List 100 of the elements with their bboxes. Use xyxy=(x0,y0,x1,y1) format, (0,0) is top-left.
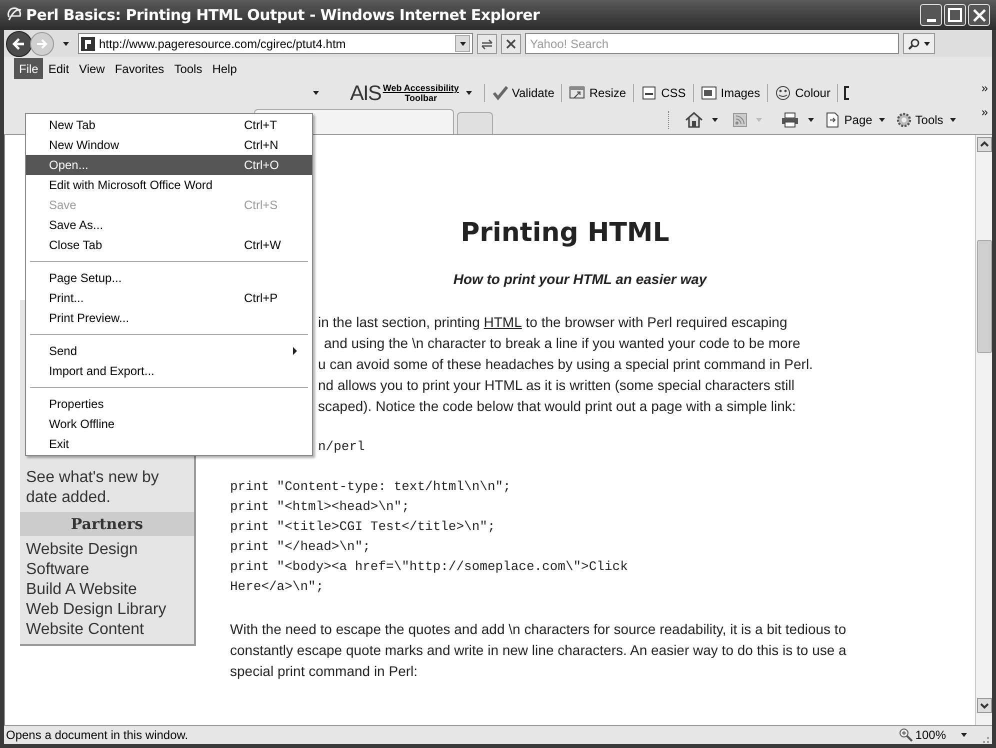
dropdown-icon[interactable] xyxy=(464,89,473,97)
menu-item[interactable]: Work Offline xyxy=(26,414,312,434)
minimize-icon xyxy=(926,18,936,22)
menu-bar-item[interactable]: View xyxy=(74,58,110,79)
gear-icon xyxy=(896,112,912,128)
page-subtitle: How to print your HTML an easier way xyxy=(452,270,708,289)
stylesheet-icon xyxy=(641,85,658,101)
menu-item[interactable]: Import and Export... xyxy=(26,361,312,381)
window-icon xyxy=(569,85,586,101)
status-text: Opens a document in this window. xyxy=(6,727,188,744)
toolbar-button[interactable]: Validate xyxy=(490,84,556,102)
scrollbar-thumb[interactable] xyxy=(977,240,992,353)
code-line: print "</head>\n"; xyxy=(230,538,370,556)
menu-item[interactable]: Page Setup... xyxy=(26,268,312,288)
dropdown-icon[interactable] xyxy=(312,89,320,97)
close-icon xyxy=(972,8,986,22)
ie-logo-icon xyxy=(6,7,22,23)
feeds-button[interactable] xyxy=(733,113,764,127)
menu-item[interactable]: Properties xyxy=(26,394,312,414)
menu-item[interactable]: Print Preview... xyxy=(26,308,312,328)
right-arrow-icon xyxy=(36,38,48,50)
printer-icon xyxy=(781,112,800,128)
left-arrow-icon xyxy=(12,36,26,50)
menu-bar-item[interactable]: File xyxy=(14,58,44,79)
toolbar-button[interactable]: CSS xyxy=(639,84,688,102)
menu-bar-item[interactable]: Favorites xyxy=(110,58,170,79)
caret-icon xyxy=(922,40,930,48)
search-field[interactable]: Yahoo! Search xyxy=(525,33,899,54)
paragraph-text: u can avoid some of these headaches by using a special print command in Perl. xyxy=(318,355,813,374)
paragraph-text: and using the \n character to break a line if you wanted your code to be more xyxy=(323,334,800,353)
stop-button[interactable] xyxy=(501,34,521,54)
print-button[interactable] xyxy=(781,112,816,128)
code-line: n/perl xyxy=(317,438,366,456)
zoom-button[interactable]: 100% xyxy=(899,726,968,744)
checkmark-icon xyxy=(492,85,508,101)
sidebar-text: date added. xyxy=(25,488,112,508)
paragraph-text: With the need to escape the quotes and add \n characters for source readability, it is a bit tedious to constantly escape quote marks and write in new line characters. An easier way to do this is to use a special print command in Perl: xyxy=(229,620,848,681)
dropdown-icon[interactable] xyxy=(62,40,70,48)
menu-bar-item[interactable]: Tools xyxy=(169,58,208,79)
home-button[interactable] xyxy=(685,112,720,128)
menu-item[interactable]: Save As... xyxy=(26,215,312,235)
code-line: print "<title>CGI Test</title>\n"; xyxy=(230,518,496,536)
address-field[interactable]: http://www.pageresource.com/cgirec/ptut4.htm xyxy=(78,33,473,54)
house-icon xyxy=(685,112,704,128)
toolbar-button[interactable]: Images xyxy=(698,84,762,102)
code-line: print "<body><a href=\"http://someplace.com\">Click xyxy=(230,558,628,576)
paragraph-text: scaped). Notice the code below that would print out a page with a simple link: xyxy=(318,397,796,416)
toolbar-button[interactable]: Resize xyxy=(567,84,628,102)
code-line: Here</a>\n"; xyxy=(230,578,324,596)
command-button[interactable]: Page xyxy=(825,111,886,129)
search-button[interactable] xyxy=(903,33,935,54)
code-line: print "<html><head>\n"; xyxy=(230,498,410,516)
menu-item[interactable]: New Window Ctrl+N xyxy=(26,135,312,155)
maximize-button[interactable] xyxy=(944,4,966,26)
paragraph-text: in the last section, printing xyxy=(318,313,481,332)
bracket-icon[interactable] xyxy=(843,85,852,101)
sidebar-link[interactable]: Website Design Software xyxy=(20,540,194,580)
sidebar-heading: Partners xyxy=(20,512,194,536)
page-heading: Printing HTML xyxy=(460,217,670,249)
refresh-button[interactable] xyxy=(477,34,497,54)
html-link[interactable]: HTML xyxy=(484,312,522,333)
caret-icon xyxy=(960,731,968,739)
paragraph-text: to the browser with Perl required escaping xyxy=(524,313,788,332)
menu-item[interactable]: Close Tab Ctrl+W xyxy=(26,235,312,255)
scroll-up-icon[interactable] xyxy=(977,137,992,152)
search-icon xyxy=(908,38,920,50)
minimize-button[interactable] xyxy=(920,4,942,26)
menu-item[interactable]: Send xyxy=(26,341,312,361)
address-dropdown-button[interactable] xyxy=(455,35,470,52)
scroll-down-icon[interactable] xyxy=(977,698,992,713)
toolbar-button[interactable]: Colour xyxy=(773,84,832,102)
menu-item[interactable]: New Tab Ctrl+T xyxy=(26,115,312,135)
caret-icon xyxy=(878,116,886,124)
paragraph-text: nd allows you to print your HTML as it is written (some special characters still xyxy=(318,376,794,395)
sidebar-link[interactable]: Web Design Library xyxy=(20,600,194,620)
sidebar-link[interactable]: Build A Website xyxy=(20,580,194,600)
command-button[interactable]: Tools xyxy=(896,111,958,129)
caret-icon xyxy=(807,116,816,124)
page-icon xyxy=(825,112,842,128)
menu-bar-item[interactable]: Edit xyxy=(43,58,74,79)
smiley-icon xyxy=(775,85,792,101)
caret-icon xyxy=(711,116,720,124)
image-icon xyxy=(700,85,717,101)
sidebar-link[interactable]: Website Content xyxy=(20,620,194,640)
menu-item[interactable]: Print... Ctrl+P xyxy=(26,288,312,308)
maximize-icon xyxy=(948,8,962,22)
menu-item[interactable]: Edit with Microsoft Office Word xyxy=(26,175,312,195)
vertical-scrollbar[interactable] xyxy=(975,135,992,725)
menu-item[interactable]: Open... Ctrl+O xyxy=(26,155,312,175)
caret-icon xyxy=(755,116,764,124)
refresh-icon xyxy=(480,38,494,50)
back-button[interactable] xyxy=(6,30,32,56)
menu-bar-item[interactable]: Help xyxy=(207,58,242,79)
menu-item[interactable]: Exit xyxy=(26,434,312,454)
page-favicon-icon xyxy=(81,36,95,50)
close-button[interactable] xyxy=(968,4,990,26)
more-button[interactable]: » xyxy=(981,106,988,118)
window-title: Perl Basics: Printing HTML Output - Windows Internet Explorer xyxy=(26,4,540,26)
code-line: print "Content-type: text/html\n\n"; xyxy=(230,478,511,496)
more-button[interactable]: » xyxy=(981,82,988,94)
